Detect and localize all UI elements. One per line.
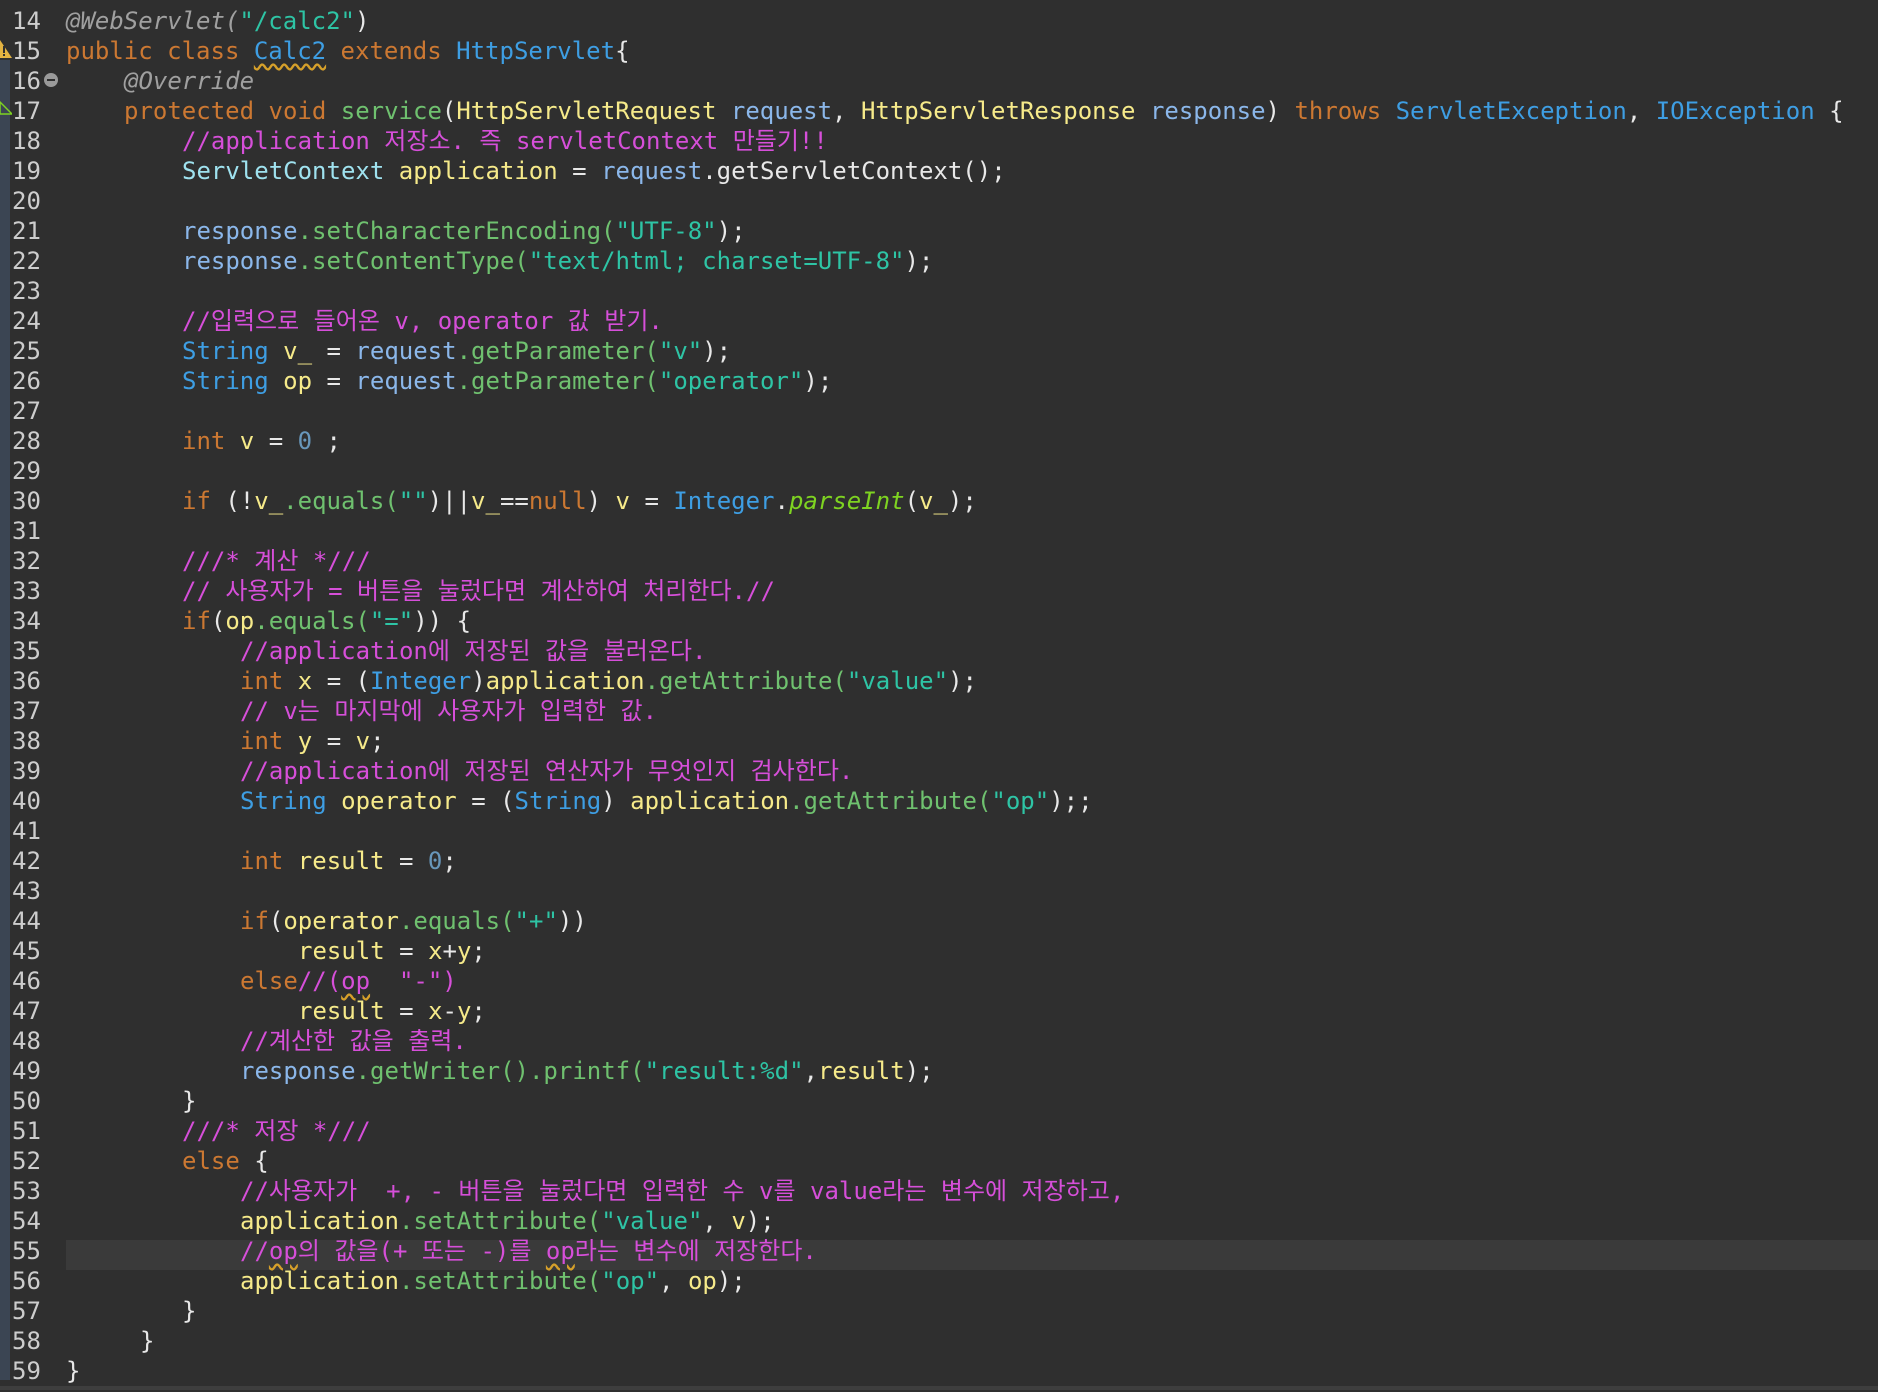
code-line-21: response.setCharacterEncoding("UTF-8"); xyxy=(182,217,746,245)
code-line-38: int y = v; xyxy=(240,727,385,755)
line-number: 46 xyxy=(12,967,41,995)
line-number: 18 xyxy=(12,127,41,155)
line-number: 32 xyxy=(12,547,41,575)
code-line-49: response.getWriter().printf("result:%d",… xyxy=(240,1057,934,1085)
line-number: 58 xyxy=(12,1327,41,1355)
line-number: 42 xyxy=(12,847,41,875)
line-number: 55 xyxy=(12,1237,41,1265)
code-line-33: // 사용자가 = 버튼을 눌렀다면 계산하여 처리한다.// xyxy=(182,577,775,605)
code-line-46: else//(op "-") xyxy=(240,967,457,995)
line-number: 20 xyxy=(12,187,41,215)
line-number: 54 xyxy=(12,1207,41,1235)
code-line-18: //application 저장소. 즉 servletContext 만들기!… xyxy=(182,127,828,155)
line-number: 40 xyxy=(12,787,41,815)
line-number: 14 xyxy=(12,7,41,35)
code-line-37: // v는 마지막에 사용자가 입력한 값. xyxy=(240,697,658,725)
code-line-24: //입력으로 들어온 v, operator 값 받기. xyxy=(182,307,663,335)
code-area[interactable]: 14 15 16 17 18 19 20 21 22 23 24 25 26 2… xyxy=(0,0,1878,1392)
code-line-47: result = x-y; xyxy=(298,997,486,1025)
line-number: 45 xyxy=(12,937,41,965)
line-number: 47 xyxy=(12,997,41,1025)
line-number: 31 xyxy=(12,517,41,545)
code-line-22: response.setContentType("text/html; char… xyxy=(182,247,934,275)
code-line-39: //application에 저장된 연산자가 무엇인지 검사한다. xyxy=(240,757,854,785)
line-number: 22 xyxy=(12,247,41,275)
line-number: 33 xyxy=(12,577,41,605)
code-line-48: //계산한 값을 출력. xyxy=(240,1027,467,1055)
code-line-44: if(operator.equals("+")) xyxy=(240,907,587,935)
bottom-divider xyxy=(0,1386,1878,1390)
code-line-30: if (!v_.equals("")||v_==null) v = Intege… xyxy=(182,487,977,515)
code-editor[interactable]: 14 15 16 17 18 19 20 21 22 23 24 25 26 2… xyxy=(0,0,1878,1392)
line-number: 25 xyxy=(12,337,41,365)
line-number: 48 xyxy=(12,1027,41,1055)
code-line-17: protected void service(HttpServletReques… xyxy=(124,97,1844,125)
line-number: 53 xyxy=(12,1177,41,1205)
line-number: 59 xyxy=(12,1357,41,1385)
line-number: 52 xyxy=(12,1147,41,1175)
code-line-51: ///* 저장 */// xyxy=(182,1117,371,1145)
code-line-40: String operator = (String) application.g… xyxy=(240,787,1093,815)
code-line-50: } xyxy=(182,1087,197,1115)
line-number: 39 xyxy=(12,757,41,785)
code-line-25: String v_ = request.getParameter("v"); xyxy=(182,337,732,365)
line-number: 34 xyxy=(12,607,41,635)
code-line-59: } xyxy=(66,1357,81,1385)
line-number: 29 xyxy=(12,457,41,485)
line-number: 49 xyxy=(12,1057,41,1085)
code-line-16: @Override xyxy=(124,67,255,95)
line-number: 27 xyxy=(12,397,41,425)
line-number: 17 xyxy=(12,97,41,125)
code-line-28: int v = 0 ; xyxy=(182,427,341,455)
line-number: 51 xyxy=(12,1117,41,1145)
code-line-57: } xyxy=(182,1297,197,1325)
code-line-34: if(op.equals("=")) { xyxy=(182,607,472,635)
line-number: 57 xyxy=(12,1297,41,1325)
code-line-45: result = x+y; xyxy=(298,937,486,965)
line-number: 16 xyxy=(12,67,41,95)
line-number: 44 xyxy=(12,907,41,935)
line-number: 50 xyxy=(12,1087,41,1115)
line-number: 24 xyxy=(12,307,41,335)
line-number: 36 xyxy=(12,667,41,695)
line-number: 30 xyxy=(12,487,41,515)
line-number: 15 xyxy=(12,37,41,65)
code-line-26: String op = request.getParameter("operat… xyxy=(182,367,833,395)
line-number: 19 xyxy=(12,157,41,185)
code-line-54: application.setAttribute("value", v); xyxy=(240,1207,775,1235)
line-number: 26 xyxy=(12,367,41,395)
line-number: 35 xyxy=(12,637,41,665)
code-line-14: @WebServlet("/calc2") xyxy=(66,7,370,35)
line-number: 28 xyxy=(12,427,41,455)
line-number: 21 xyxy=(12,217,41,245)
line-number: 56 xyxy=(12,1267,41,1295)
code-line-32: ///* 계산 */// xyxy=(182,547,371,575)
code-line-53: //사용자가 +, - 버튼을 눌렀다면 입력한 수 v를 value라는 변수… xyxy=(240,1177,1125,1205)
line-number: 41 xyxy=(12,817,41,845)
code-line-58: } xyxy=(140,1327,155,1355)
code-line-15: public class Calc2 extends HttpServlet{ xyxy=(66,37,630,65)
line-number: 23 xyxy=(12,277,41,305)
code-line-35: //application에 저장된 값을 불러온다. xyxy=(240,637,707,665)
code-line-42: int result = 0; xyxy=(240,847,457,875)
code-line-36: int x = (Integer)application.getAttribut… xyxy=(240,667,977,695)
line-number: 38 xyxy=(12,727,41,755)
line-number: 43 xyxy=(12,877,41,905)
code-line-52: else { xyxy=(182,1147,269,1175)
code-line-55: //op의 값을(+ 또는 -)를 op라는 변수에 저장한다. xyxy=(240,1237,817,1265)
line-number: 37 xyxy=(12,697,41,725)
code-line-56: application.setAttribute("op", op); xyxy=(240,1267,746,1295)
code-line-19: ServletContext application = request.get… xyxy=(182,157,1006,185)
